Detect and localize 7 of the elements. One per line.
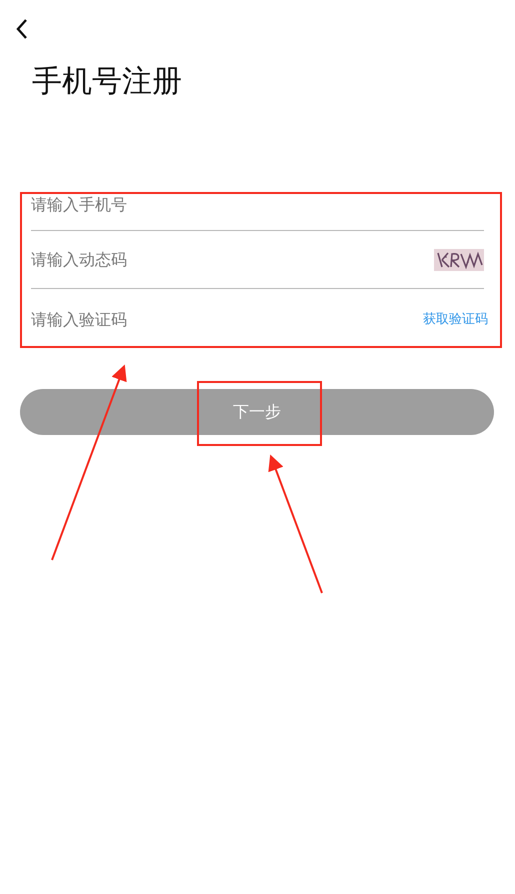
back-icon[interactable] (15, 18, 29, 40)
page-title: 手机号注册 (32, 63, 183, 101)
next-button[interactable]: 下一步 (20, 389, 494, 435)
input-field[interactable]: 请输入验证码 (31, 308, 423, 330)
input-field[interactable]: 请输入手机号 (31, 193, 484, 216)
input-field[interactable]: 请输入动态码 (31, 248, 434, 271)
get-code-link[interactable]: 获取验证码 (423, 310, 488, 328)
